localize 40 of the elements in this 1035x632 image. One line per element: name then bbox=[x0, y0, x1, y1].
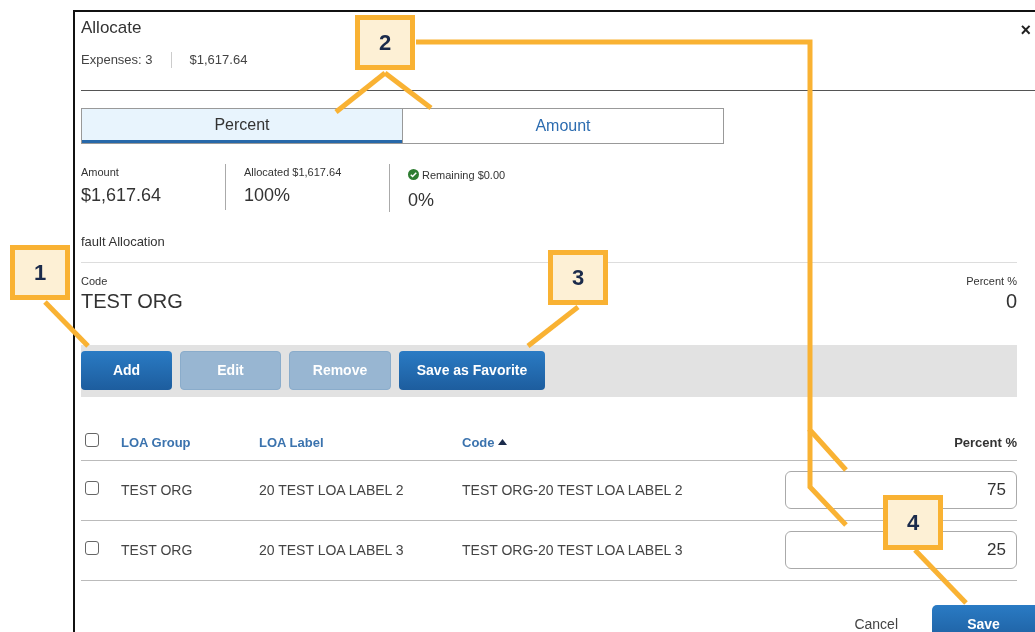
row-checkbox[interactable] bbox=[85, 480, 99, 495]
sort-ascending-icon[interactable] bbox=[497, 439, 507, 446]
field-label: Code bbox=[81, 274, 109, 289]
table-cell: TEST ORG bbox=[121, 481, 193, 498]
table-cell: TEST ORG bbox=[121, 541, 193, 558]
table-cell: TEST ORG-20 TEST LOA LABEL 3 bbox=[462, 541, 683, 558]
summary-label: Amount bbox=[81, 164, 119, 180]
callout-number: 1 bbox=[10, 245, 70, 300]
summary-label: Allocated $1,617.64 bbox=[244, 164, 342, 180]
code-value: TEST ORG bbox=[81, 289, 183, 312]
column-header[interactable]: LOA Group bbox=[121, 435, 191, 451]
summary-value: $1,617.64 bbox=[81, 184, 163, 207]
percent-value: 0 bbox=[1004, 289, 1017, 312]
save-button[interactable]: Save bbox=[932, 604, 1035, 632]
callout-number: 3 bbox=[548, 250, 608, 305]
callout-number: 4 bbox=[883, 495, 943, 550]
table-cell: 20 TEST LOA LABEL 3 bbox=[259, 541, 404, 558]
row-checkbox[interactable] bbox=[85, 540, 99, 555]
total-amount: $1,617.64 bbox=[189, 51, 248, 69]
check-circle-icon bbox=[408, 169, 419, 181]
table-cell: 20 TEST LOA LABEL 2 bbox=[259, 481, 404, 498]
close-button[interactable]: × bbox=[1020, 18, 1031, 42]
select-all-checkbox[interactable] bbox=[85, 433, 99, 448]
column-header[interactable]: Percent % bbox=[954, 435, 1017, 451]
tab[interactable]: Percent bbox=[82, 108, 402, 143]
column-header[interactable]: LOA Label bbox=[259, 435, 324, 451]
field-label: Percent % bbox=[966, 274, 1017, 289]
cancel-button[interactable]: Cancel bbox=[854, 613, 898, 632]
add-button[interactable]: Add bbox=[81, 350, 172, 390]
column-header[interactable]: Code bbox=[462, 435, 507, 451]
summary-label: Remaining $0.00 bbox=[422, 167, 506, 183]
table-cell: TEST ORG-20 TEST LOA LABEL 2 bbox=[462, 481, 683, 498]
summary-value: 100% bbox=[244, 184, 292, 207]
save-favorite-button[interactable]: Save as Favorite bbox=[399, 350, 545, 390]
dialog-title: Allocate bbox=[81, 17, 142, 39]
leader-line bbox=[913, 548, 968, 605]
section-heading: fault Allocation bbox=[81, 232, 166, 251]
expense-count: Expenses: 3 bbox=[81, 51, 153, 69]
summary-value: 0% bbox=[408, 189, 435, 212]
callout-number: 2 bbox=[355, 15, 415, 70]
